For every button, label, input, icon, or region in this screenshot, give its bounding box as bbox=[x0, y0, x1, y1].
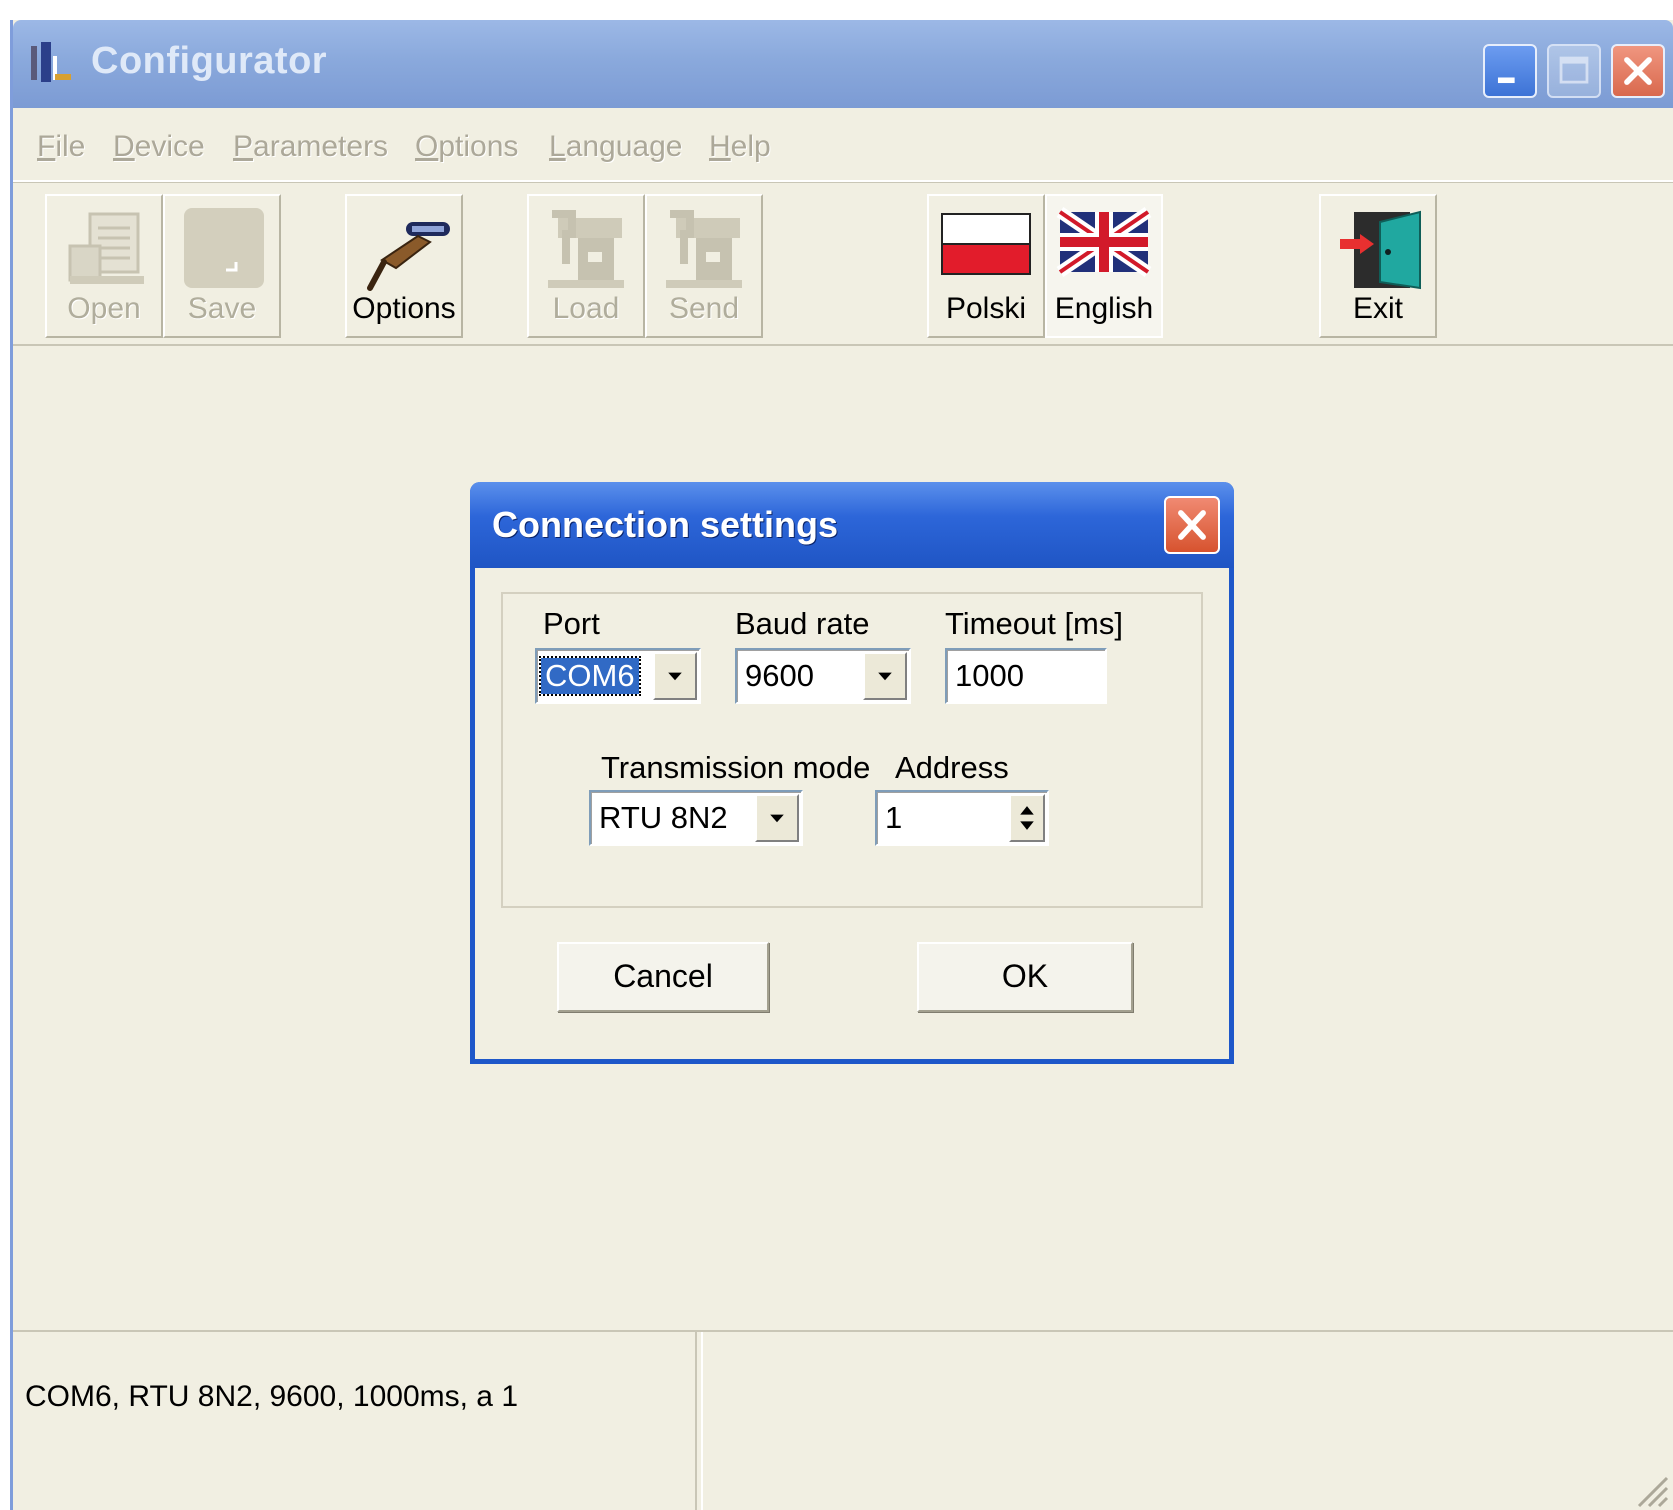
transmission-mode-value: RTU 8N2 bbox=[599, 800, 728, 835]
address-value: 1 bbox=[885, 800, 903, 835]
dialog-title: Connection settings bbox=[492, 504, 839, 545]
load-label: Load bbox=[552, 292, 620, 325]
maximize-icon bbox=[1559, 56, 1589, 84]
menu-bar: File Device Parameters Options Language … bbox=[13, 108, 1673, 182]
resize-grip-icon[interactable] bbox=[1629, 1468, 1669, 1508]
polski-label: Polski bbox=[945, 292, 1027, 325]
open-document-icon bbox=[68, 212, 144, 284]
window-title: Configurator bbox=[91, 40, 328, 82]
port-label: Port bbox=[543, 606, 600, 641]
options-label: Options bbox=[352, 292, 456, 325]
chevron-down-icon bbox=[770, 814, 784, 823]
open-button[interactable]: Open bbox=[45, 194, 163, 338]
status-connection-text: COM6, RTU 8N2, 9600, 1000ms, a 1 bbox=[25, 1380, 519, 1413]
polski-button[interactable]: Polski bbox=[927, 194, 1045, 338]
minimize-button[interactable] bbox=[1483, 44, 1537, 98]
cancel-button[interactable]: Cancel bbox=[557, 942, 769, 1012]
load-button[interactable]: Load bbox=[527, 194, 645, 338]
baud-rate-value: 9600 bbox=[745, 658, 814, 693]
connection-settings-dialog: Connection settings Port COM6 Baud rate … bbox=[470, 482, 1234, 1064]
timeout-value: 1000 bbox=[955, 658, 1024, 693]
send-button[interactable]: Send bbox=[645, 194, 763, 338]
timeout-label: Timeout [ms] bbox=[945, 606, 1123, 641]
baud-rate-dropdown-button[interactable] bbox=[863, 652, 907, 700]
device-send-icon bbox=[666, 210, 742, 288]
english-button[interactable]: English bbox=[1045, 194, 1163, 338]
exit-label: Exit bbox=[1352, 292, 1403, 325]
port-value: COM6 bbox=[539, 656, 641, 696]
baud-rate-combobox[interactable]: 9600 bbox=[735, 648, 911, 704]
save-button[interactable]: Save bbox=[163, 194, 281, 338]
save-icon bbox=[184, 208, 264, 288]
options-button[interactable]: Options bbox=[345, 194, 463, 338]
address-spin-buttons[interactable] bbox=[1009, 794, 1045, 842]
menu-language[interactable]: Language bbox=[549, 130, 682, 164]
menu-parameters[interactable]: Parameters bbox=[233, 130, 388, 164]
open-label: Open bbox=[67, 292, 141, 325]
polish-flag-icon bbox=[941, 213, 1031, 275]
port-dropdown-button[interactable] bbox=[653, 652, 697, 700]
connection-groupbox: Port COM6 Baud rate 9600 Timeout [ms] 10… bbox=[501, 592, 1203, 908]
ok-button[interactable]: OK bbox=[917, 942, 1133, 1012]
uk-flag-icon bbox=[1056, 207, 1152, 277]
port-combobox[interactable]: COM6 bbox=[535, 648, 701, 704]
dialog-title-bar[interactable]: Connection settings bbox=[470, 482, 1234, 568]
status-separator bbox=[695, 1332, 703, 1510]
status-bar: COM6, RTU 8N2, 9600, 1000ms, a 1 bbox=[13, 1330, 1673, 1510]
minimize-icon bbox=[1497, 77, 1515, 84]
transmission-mode-combobox[interactable]: RTU 8N2 bbox=[589, 790, 803, 846]
transmission-mode-dropdown-button[interactable] bbox=[755, 794, 799, 842]
exit-button[interactable]: Exit bbox=[1319, 194, 1437, 338]
title-bar[interactable]: Configurator bbox=[13, 20, 1673, 108]
send-label: Send bbox=[668, 292, 740, 325]
transmission-mode-label: Transmission mode bbox=[601, 750, 871, 785]
timeout-input[interactable]: 1000 bbox=[945, 648, 1107, 704]
menu-options[interactable]: Options bbox=[415, 130, 518, 164]
address-spinbox[interactable]: 1 bbox=[875, 790, 1049, 846]
close-button[interactable] bbox=[1611, 44, 1665, 98]
maximize-button[interactable] bbox=[1547, 44, 1601, 98]
dialog-close-button[interactable] bbox=[1164, 496, 1220, 554]
chevron-down-icon bbox=[878, 672, 892, 681]
baud-rate-label: Baud rate bbox=[735, 606, 870, 641]
menu-device[interactable]: Device bbox=[113, 130, 205, 164]
address-label: Address bbox=[895, 750, 1009, 785]
close-icon bbox=[1178, 510, 1206, 540]
save-label: Save bbox=[187, 292, 257, 325]
toolbar: Open Save Options Load Send Polski Engli… bbox=[13, 182, 1673, 346]
serial-cable-icon bbox=[367, 222, 450, 291]
close-icon bbox=[1624, 57, 1652, 85]
spin-updown-icon bbox=[1020, 806, 1034, 830]
menu-help[interactable]: Help bbox=[709, 130, 771, 164]
chevron-down-icon bbox=[668, 672, 682, 681]
app-icon bbox=[29, 40, 73, 84]
menu-file[interactable]: File bbox=[37, 130, 85, 164]
exit-door-icon bbox=[1340, 210, 1421, 290]
english-label: English bbox=[1054, 292, 1154, 325]
device-load-icon bbox=[548, 210, 624, 288]
